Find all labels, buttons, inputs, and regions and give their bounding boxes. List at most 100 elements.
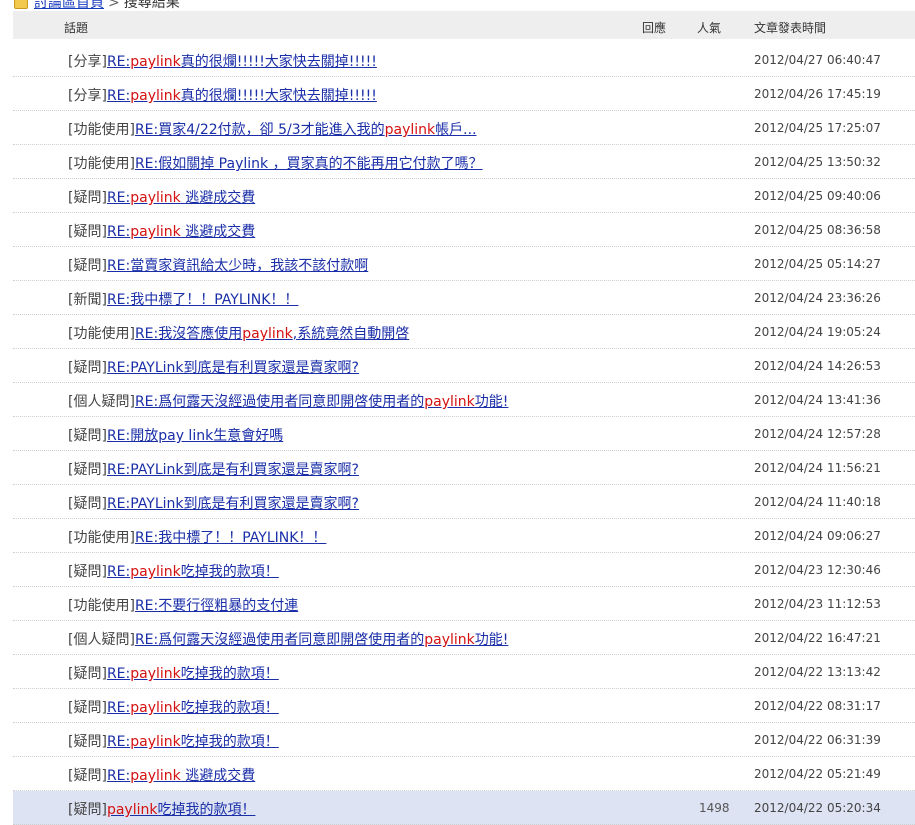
- topic-title-link[interactable]: RE:當賣家資訊給太少時，我該不該付款啊: [107, 258, 368, 274]
- column-header-topic[interactable]: 話題: [64, 19, 88, 36]
- post-time: 2012/04/22 08:31:17: [754, 699, 881, 713]
- topic-title-link[interactable]: RE:假如關掉 Paylink ，買家真的不能再用它付款了嗎？: [135, 156, 483, 172]
- title-text: 帳戶...: [435, 122, 477, 138]
- topic-title-link[interactable]: RE:開放pay link生意會好嗎: [107, 428, 283, 444]
- breadcrumb-home-link[interactable]: 討論區首頁: [34, 0, 104, 11]
- category-label: [疑問]: [68, 258, 107, 274]
- result-row: [疑問]RE:當賣家資訊給太少時，我該不該付款啊 2012/04/25 05:14…: [13, 247, 915, 281]
- result-row: [疑問]RE:開放pay link生意會好嗎 2012/04/24 12:57:2…: [13, 417, 915, 451]
- topic-cell: [疑問]paylink吃掉我的款項！: [68, 799, 255, 819]
- post-time: 2012/04/24 09:06:27: [754, 529, 881, 543]
- post-time: 2012/04/22 13:13:42: [754, 665, 881, 679]
- post-time: 2012/04/25 05:14:27: [754, 257, 881, 271]
- keyword-highlight: paylink: [130, 564, 181, 580]
- topic-title-link[interactable]: RE:PAYLink到底是有利買家還是賣家啊?: [107, 360, 359, 376]
- topic-title-link[interactable]: RE:PAYLink到底是有利買家還是賣家啊?: [107, 462, 359, 478]
- post-time: 2012/04/25 09:40:06: [754, 189, 881, 203]
- topic-cell: [疑問]RE:paylink 逃避成交費: [68, 187, 255, 207]
- topic-title-link[interactable]: RE:paylink 逃避成交費: [107, 224, 255, 240]
- topic-title-link[interactable]: RE:買家4/22付款，卻 5/3才能進入我的paylink帳戶...: [135, 122, 477, 138]
- topic-title-link[interactable]: RE:我中標了！！PAYLINK！！: [135, 530, 326, 546]
- title-text: 功能!: [474, 394, 509, 410]
- category-label: [個人疑問]: [68, 394, 135, 410]
- keyword-highlight: paylink: [130, 190, 181, 206]
- post-time: 2012/04/25 13:50:32: [754, 155, 881, 169]
- title-text: 逃避成交費: [180, 768, 256, 784]
- result-row: [功能使用]RE:我沒答應使用paylink,系統竟然自動開啓 2012/04/2…: [13, 315, 915, 349]
- topic-title-link[interactable]: RE:我沒答應使用paylink,系統竟然自動開啓: [135, 326, 409, 342]
- views-count: 1498: [699, 801, 730, 815]
- topic-title-link[interactable]: RE:paylink真的很爛!!!!!大家快去關掉!!!!!: [107, 88, 377, 104]
- topic-title-link[interactable]: RE:PAYLink到底是有利買家還是賣家啊?: [107, 496, 359, 512]
- topic-title-link[interactable]: RE:paylink吃掉我的款項！: [107, 666, 279, 682]
- topic-title-link[interactable]: RE:paylink吃掉我的款項！: [107, 700, 279, 716]
- title-text: 真的很爛!!!!!大家快去關掉!!!!!: [180, 88, 377, 104]
- topic-cell: [個人疑問]RE:爲何露天沒經過使用者同意即開啓使用者的paylink功能!: [68, 629, 508, 649]
- title-text: RE:: [106, 768, 131, 784]
- topic-title-link[interactable]: RE:paylink 逃避成交費: [107, 190, 255, 206]
- title-text: 吃掉我的款項！: [157, 802, 256, 818]
- category-label: [疑問]: [68, 462, 107, 478]
- title-text: RE:爲何露天沒經過使用者同意即開啓使用者的: [134, 394, 425, 410]
- title-text: 逃避成交費: [180, 224, 256, 240]
- topic-cell: [疑問]RE:paylink吃掉我的款項！: [68, 561, 279, 581]
- topic-title-link[interactable]: RE:爲何露天沒經過使用者同意即開啓使用者的paylink功能!: [135, 394, 508, 410]
- topic-cell: [功能使用]RE:我中標了！！PAYLINK！！: [68, 527, 326, 547]
- topic-cell: [疑問]RE:當賣家資訊給太少時，我該不該付款啊: [68, 255, 368, 275]
- topic-cell: [疑問]RE:paylink吃掉我的款項！: [68, 697, 279, 717]
- column-header-time[interactable]: 文章發表時間: [754, 19, 826, 36]
- title-text: RE:當賣家資訊給太少時，我該不該付款啊: [106, 258, 369, 274]
- column-header-views[interactable]: 人氣: [697, 19, 721, 36]
- result-row: [疑問]RE:PAYLink到底是有利買家還是賣家啊? 2012/04/24 11…: [13, 451, 915, 485]
- topic-cell: [新聞]RE:我中標了！！PAYLINK！！: [68, 289, 298, 309]
- keyword-highlight: paylink: [130, 700, 181, 716]
- title-text: 吃掉我的款項！: [180, 734, 279, 750]
- keyword-highlight: paylink: [424, 632, 475, 648]
- topic-cell: [功能使用]RE:不要行徑粗暴的支付連: [68, 595, 298, 615]
- folder-icon: [14, 0, 28, 9]
- post-time: 2012/04/22 16:47:21: [754, 631, 881, 645]
- topic-title-link[interactable]: paylink吃掉我的款項！: [107, 802, 256, 818]
- title-text: RE:買家4/22付款，卻 5/3才能進入我的: [134, 122, 385, 138]
- title-text: RE:開放pay link生意會好嗎: [106, 428, 284, 444]
- post-time: 2012/04/24 12:57:28: [754, 427, 881, 441]
- topic-title-link[interactable]: RE:paylink吃掉我的款項！: [107, 564, 279, 580]
- keyword-highlight: paylink: [424, 394, 475, 410]
- results-table-header: 話題 回應 人氣 文章發表時間: [13, 11, 915, 39]
- title-text: RE:我中標了！！PAYLINK！！: [134, 530, 327, 546]
- keyword-highlight: paylink: [130, 768, 181, 784]
- breadcrumb-current: 搜尋結果: [123, 0, 180, 11]
- title-text: RE:: [106, 734, 131, 750]
- topic-title-link[interactable]: RE:paylink 逃避成交費: [107, 768, 255, 784]
- title-text: RE:: [106, 190, 131, 206]
- title-text: 真的很爛!!!!!大家快去關掉!!!!!: [180, 54, 377, 70]
- column-header-replies[interactable]: 回應: [642, 19, 666, 36]
- breadcrumb-separator: >: [108, 0, 120, 11]
- title-text: 吃掉我的款項！: [180, 666, 279, 682]
- result-row: [功能使用]RE:買家4/22付款，卻 5/3才能進入我的paylink帳戶..…: [13, 111, 915, 145]
- post-time: 2012/04/24 23:36:26: [754, 291, 881, 305]
- topic-cell: [功能使用]RE:買家4/22付款，卻 5/3才能進入我的paylink帳戶..…: [68, 119, 477, 139]
- title-text: RE:: [106, 88, 131, 104]
- result-row: [新聞]RE:我中標了！！PAYLINK！！ 2012/04/24 23:36:2…: [13, 281, 915, 315]
- post-time: 2012/04/23 12:30:46: [754, 563, 881, 577]
- topic-title-link[interactable]: RE:paylink吃掉我的款項！: [107, 734, 279, 750]
- post-time: 2012/04/23 11:12:53: [754, 597, 881, 611]
- topic-cell: [疑問]RE:paylink吃掉我的款項！: [68, 731, 279, 751]
- category-label: [個人疑問]: [68, 632, 135, 648]
- title-text: 逃避成交費: [180, 190, 256, 206]
- topic-cell: [分享]RE:paylink真的很爛!!!!!大家快去關掉!!!!!: [68, 85, 377, 105]
- category-label: [新聞]: [68, 292, 107, 308]
- post-time: 2012/04/25 08:36:58: [754, 223, 881, 237]
- topic-title-link[interactable]: RE:爲何露天沒經過使用者同意即開啓使用者的paylink功能!: [135, 632, 508, 648]
- topic-title-link[interactable]: RE:我中標了！！PAYLINK！！: [107, 292, 298, 308]
- topic-title-link[interactable]: RE:不要行徑粗暴的支付連: [135, 598, 298, 614]
- topic-title-link[interactable]: RE:paylink真的很爛!!!!!大家快去關掉!!!!!: [107, 54, 377, 70]
- category-label: [疑問]: [68, 666, 107, 682]
- title-text: RE:PAYLink到底是有利買家還是賣家啊?: [106, 496, 359, 512]
- keyword-highlight: paylink: [130, 734, 181, 750]
- category-label: [功能使用]: [68, 598, 135, 614]
- breadcrumb: 討論區首頁 > 搜尋結果: [14, 0, 180, 11]
- keyword-highlight: paylink: [130, 88, 181, 104]
- topic-cell: [功能使用]RE:假如關掉 Paylink ，買家真的不能再用它付款了嗎？: [68, 153, 483, 173]
